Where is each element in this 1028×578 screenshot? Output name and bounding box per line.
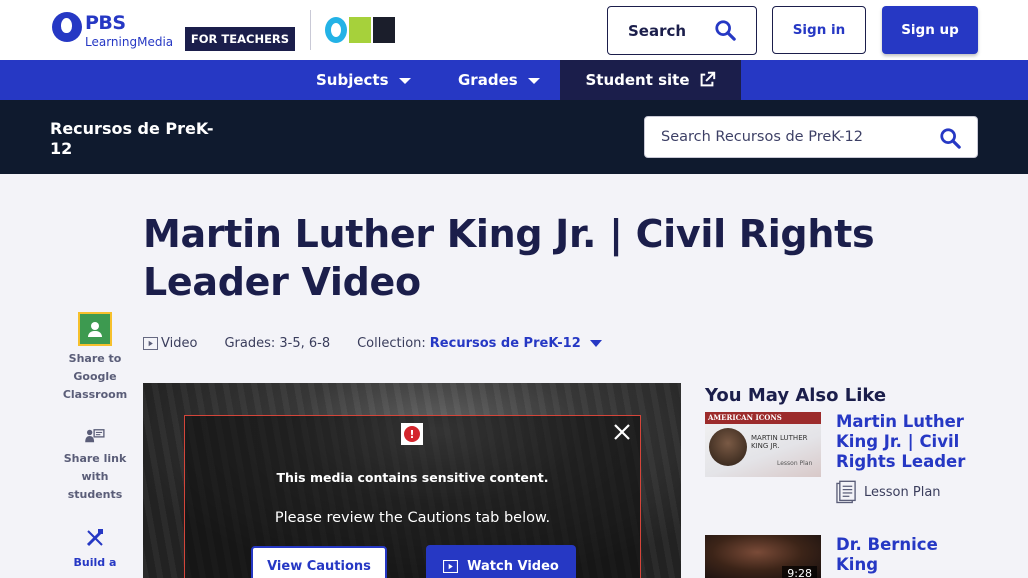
main-nav: Subjects Grades Student site: [0, 60, 1028, 100]
logo-product-text: LearningMedia: [85, 35, 174, 49]
video-icon: [143, 336, 158, 350]
video-player[interactable]: ! This media contains sensitive content.…: [143, 383, 681, 578]
media-type: Video: [143, 336, 197, 351]
related-title[interactable]: Dr. Bernice King: [836, 535, 976, 575]
lesson-plan-icon: [836, 480, 856, 504]
collection-bar: Recursos de PreK-12: [0, 100, 1028, 174]
alert-icon: !: [401, 423, 423, 445]
warning-message: This media contains sensitive content.: [276, 470, 549, 485]
build-tools-icon: [86, 529, 104, 547]
nav-subjects-label: Subjects: [316, 71, 389, 89]
opb-b-glyph: [373, 17, 395, 43]
play-icon: [443, 559, 459, 573]
opb-station-logo[interactable]: [325, 17, 399, 43]
opb-o-glyph: [325, 17, 347, 43]
collection-search-input[interactable]: [645, 117, 935, 157]
portrait-image: [709, 428, 747, 466]
header-divider: [310, 10, 311, 50]
chevron-down-icon: [398, 78, 411, 84]
resource-meta: Video Grades: 3-5, 6-8 Collection: Recur…: [143, 333, 629, 353]
collection-meta: Collection: Recursos de PreK-12: [357, 336, 602, 351]
view-cautions-button[interactable]: View Cautions: [251, 546, 387, 578]
opb-p-glyph: [349, 17, 371, 43]
grades-label: Grades: 3-5, 6-8: [224, 335, 331, 351]
related-type: Lesson Plan: [836, 480, 941, 504]
google-classroom-icon: [78, 312, 112, 346]
watch-video-label: Watch Video: [467, 558, 559, 574]
thumbnail-caption: Lesson Plan: [777, 460, 813, 467]
related-heading: You May Also Like: [705, 385, 887, 406]
search-icon: [715, 20, 736, 41]
chevron-down-icon: [527, 78, 540, 84]
for-teachers-badge: FOR TEACHERS: [185, 27, 295, 51]
nav-grades-label: Grades: [458, 71, 518, 89]
collection-link[interactable]: Recursos de PreK-12: [430, 336, 581, 351]
pbs-head-icon: [52, 12, 82, 42]
share-google-classroom[interactable]: Share to Google Classroom: [60, 312, 130, 404]
site-header: PBS LearningMedia FOR TEACHERS Search Si…: [0, 0, 1028, 60]
nav-grades[interactable]: Grades: [458, 60, 540, 100]
alert-icon-glyph: !: [404, 426, 420, 442]
warning-instructions: Please review the Cautions tab below.: [274, 510, 551, 526]
thumbnail-title: MARTIN LUTHER KING JR.: [751, 434, 808, 450]
close-icon[interactable]: [612, 422, 632, 442]
sign-in-button[interactable]: Sign in: [772, 6, 866, 54]
pbs-learningmedia-logo[interactable]: PBS LearningMedia: [52, 12, 176, 52]
share-link-students-label: Share link with students: [63, 452, 127, 501]
collection-label: Collection:: [357, 335, 426, 351]
logo-brand-text: PBS: [85, 12, 126, 34]
external-link-icon: [700, 71, 715, 87]
nav-subjects[interactable]: Subjects: [316, 60, 411, 100]
build-a-label: Build a: [73, 556, 117, 569]
share-google-classroom-label: Share to Google Classroom: [62, 352, 128, 401]
nav-student-site[interactable]: Student site: [560, 60, 741, 100]
build-a-button[interactable]: Build a: [60, 528, 130, 572]
search-icon[interactable]: [939, 127, 961, 149]
page-title: Martin Luther King Jr. | Civil Rights Le…: [143, 212, 875, 304]
sensitive-content-warning: ! This media contains sensitive content.…: [184, 415, 641, 578]
related-thumbnail[interactable]: AMERICAN ICONS MARTIN LUTHER KING JR. Le…: [705, 412, 821, 477]
share-link-students[interactable]: Share link with students: [60, 428, 130, 504]
related-type-label: Lesson Plan: [864, 484, 941, 500]
collection-search: [644, 116, 978, 158]
nav-student-site-label: Student site: [585, 71, 690, 89]
chevron-down-icon[interactable]: [589, 339, 602, 347]
header-search-button[interactable]: Search: [607, 6, 757, 55]
sign-up-button[interactable]: Sign up: [882, 6, 978, 54]
related-title[interactable]: Martin Luther King Jr. | Civil Rights Le…: [836, 412, 976, 472]
watch-video-button[interactable]: Watch Video: [426, 545, 576, 578]
thumbnail-banner: AMERICAN ICONS: [705, 412, 821, 424]
related-thumbnail[interactable]: 9:28: [705, 535, 821, 578]
media-type-label: Video: [161, 335, 198, 351]
header-search-label: Search: [628, 21, 687, 40]
share-students-icon: [85, 429, 105, 443]
video-duration: 9:28: [782, 566, 817, 578]
collection-title[interactable]: Recursos de PreK-12: [50, 119, 230, 159]
